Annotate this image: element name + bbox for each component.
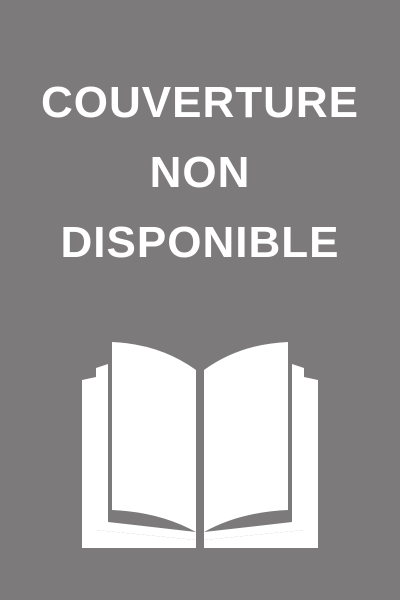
cover-placeholder: COUVERTURE NON DISPONIBLE	[0, 0, 400, 600]
open-book-icon	[82, 342, 318, 548]
